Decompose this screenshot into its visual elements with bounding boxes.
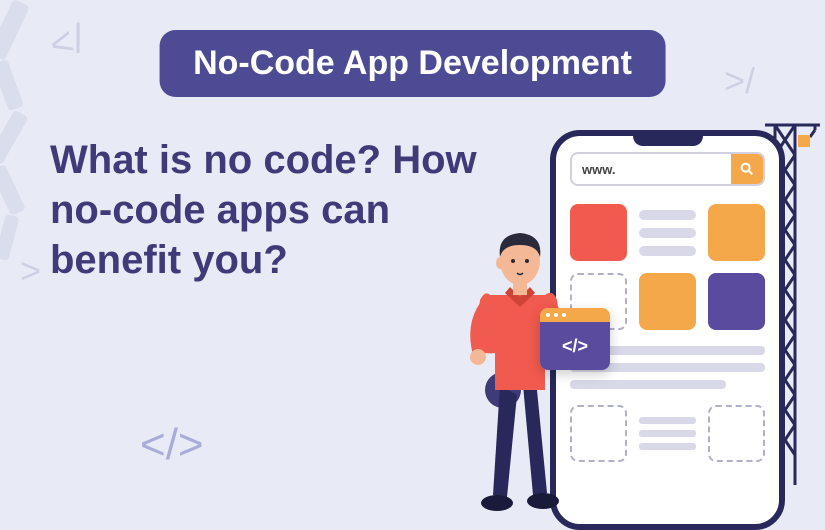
search-bar: www.: [570, 152, 765, 186]
main-title-pill: No-Code App Development: [159, 30, 666, 97]
code-symbol-icon: </>: [540, 322, 610, 370]
search-button: [731, 154, 763, 184]
bg-bar-icon: [0, 164, 26, 216]
bg-bar-icon: [0, 214, 20, 261]
tile-lines: [639, 204, 696, 261]
code-glyph-icon: </>: [140, 420, 204, 470]
search-icon: [739, 161, 755, 177]
code-glyph-icon: </: [45, 16, 90, 68]
card-header: [540, 308, 610, 322]
phone-notch-icon: [633, 136, 703, 146]
tile-lines: [639, 405, 696, 462]
bg-bar-icon: [0, 59, 24, 111]
bottom-tile-grid: [570, 405, 765, 462]
bg-bar-icon: [0, 0, 30, 61]
code-glyph-icon: >/: [724, 60, 755, 102]
code-glyph-icon: >: [20, 250, 41, 292]
code-card: </>: [540, 308, 610, 370]
bg-bar-icon: [0, 110, 29, 166]
app-tile-dashed: [708, 405, 765, 462]
app-tile-orange: [639, 273, 696, 330]
app-tile-orange: [708, 204, 765, 261]
app-tile-purple: [708, 273, 765, 330]
url-text: www.: [572, 162, 731, 177]
